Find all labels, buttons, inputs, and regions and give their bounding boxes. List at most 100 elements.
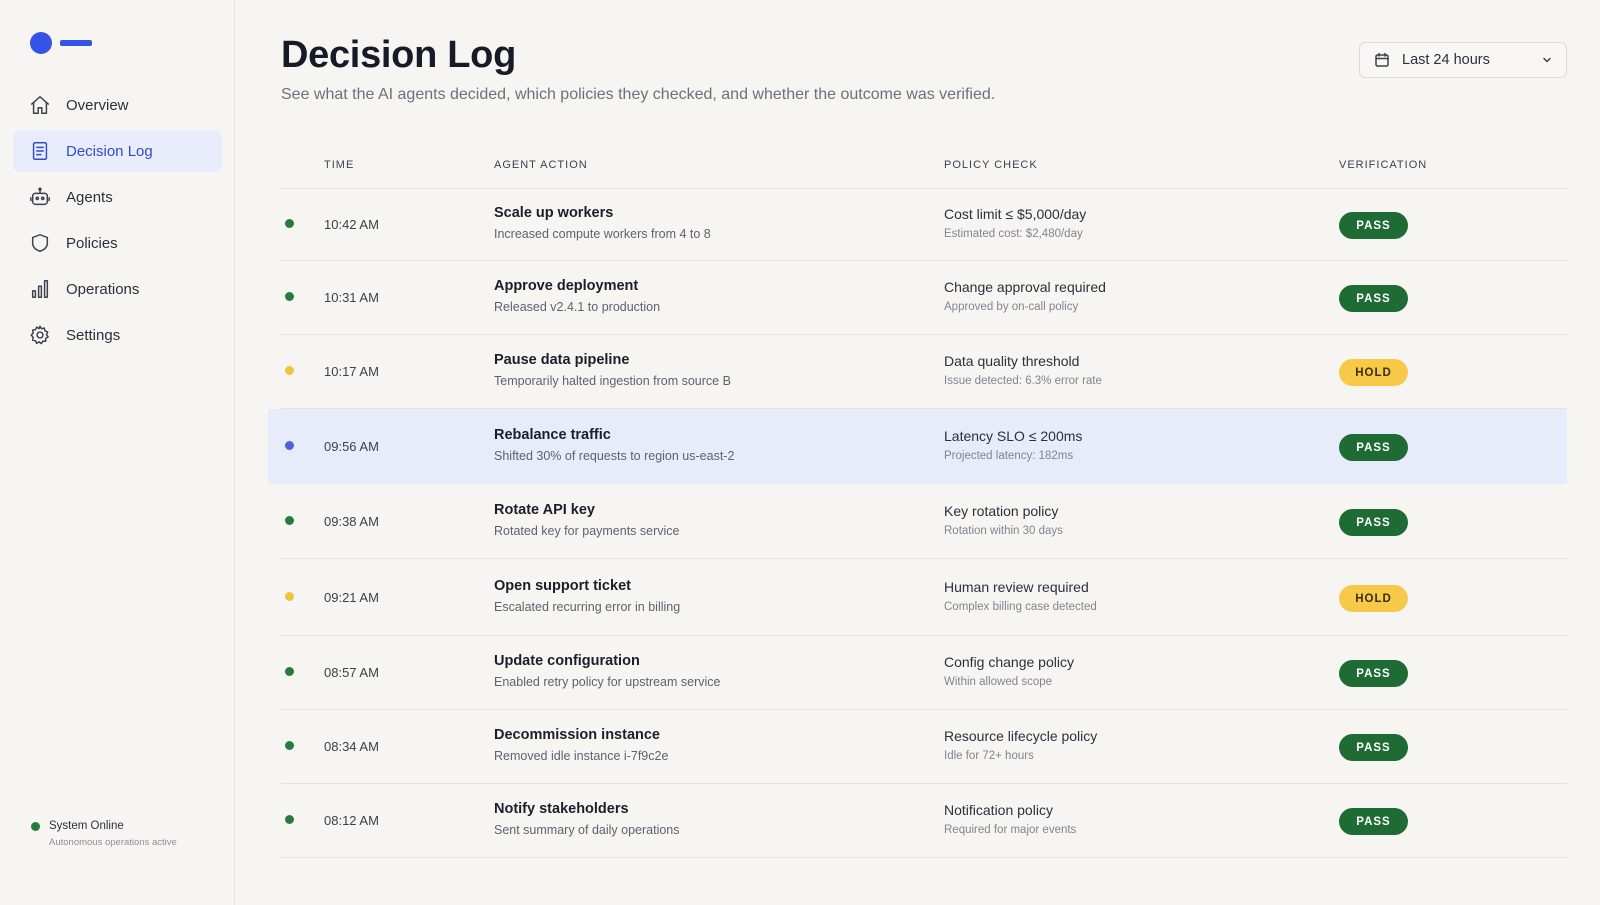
sidebar-item-settings[interactable]: Settings	[13, 314, 222, 356]
sidebar-item-label: Agents	[66, 188, 113, 206]
system-status: System Online Autonomous operations acti…	[31, 820, 177, 848]
policy-title: Key rotation policy	[944, 503, 1059, 519]
action-title: Approve deployment	[494, 278, 639, 294]
status-dot	[285, 366, 294, 375]
sidebar-item-label: Settings	[66, 326, 121, 344]
table-row[interactable]: 10:17 AM Pause data pipeline Temporarily h…	[281, 335, 1567, 409]
status-dot	[31, 821, 40, 831]
table-row[interactable]: 09:38 AM Rotate API key Rotated key for pa…	[281, 484, 1567, 559]
table-header: TIME AGENT ACTION POLICY CHECK VERIFICAT…	[281, 140, 1567, 189]
app-logo[interactable]	[30, 32, 92, 54]
policy-title: Notification policy	[944, 802, 1053, 818]
sidebar: Overview Decision Log Agents Policies Op…	[0, 0, 235, 905]
policy-detail: Complex billing case detected	[944, 601, 1097, 613]
column-header-policy-check[interactable]: POLICY CHECK	[944, 159, 1038, 171]
table-row[interactable]: 08:12 AM Notify stakeholders Sent summary …	[281, 784, 1567, 858]
verification-badge: HOLD	[1339, 585, 1408, 612]
action-description: Shifted 30% of requests to region us-eas…	[494, 449, 735, 463]
policy-title: Cost limit ≤ $5,000/day	[944, 206, 1087, 222]
sidebar-item-overview[interactable]: Overview	[13, 84, 222, 126]
logo-dot	[30, 32, 52, 54]
verification-badge: PASS	[1339, 509, 1408, 536]
row-time: 10:42 AM	[324, 217, 379, 232]
row-time: 10:17 AM	[324, 364, 379, 379]
verification-badge: PASS	[1339, 212, 1408, 239]
policy-detail: Projected latency: 182ms	[944, 450, 1074, 462]
action-description: Sent summary of daily operations	[494, 823, 680, 837]
action-title: Pause data pipeline	[494, 352, 630, 368]
policy-detail: Rotation within 30 days	[944, 525, 1063, 537]
table-row[interactable]: 09:21 AM Open support ticket Escalated rec…	[281, 559, 1567, 636]
decision-table: TIME AGENT ACTION POLICY CHECK VERIFICAT…	[268, 140, 1567, 858]
sidebar-item-label: Overview	[66, 96, 129, 114]
policy-title: Change approval required	[944, 279, 1106, 295]
sidebar-item-decision-log[interactable]: Decision Log	[13, 130, 222, 172]
action-title: Open support ticket	[494, 578, 631, 594]
policy-title: Latency SLO ≤ 200ms	[944, 428, 1083, 444]
row-time: 09:56 AM	[324, 439, 379, 454]
row-time: 08:57 AM	[324, 665, 379, 680]
row-time: 09:38 AM	[324, 514, 379, 529]
status-dot	[285, 815, 294, 824]
page-title: Decision Log	[281, 34, 516, 76]
table-row[interactable]: 08:57 AM Update configuration Enabled retr…	[281, 636, 1567, 710]
policy-detail: Issue detected: 6.3% error rate	[944, 375, 1102, 387]
column-header-time[interactable]: TIME	[324, 159, 354, 171]
row-time: 08:34 AM	[324, 739, 379, 754]
time-range-select[interactable]: Last 24 hours	[1359, 42, 1567, 78]
sidebar-item-label: Decision Log	[66, 142, 153, 160]
policy-detail: Required for major events	[944, 824, 1077, 836]
action-title: Decommission instance	[494, 727, 660, 743]
column-header-agent-action[interactable]: AGENT ACTION	[494, 159, 588, 171]
status-dot	[285, 516, 294, 525]
policy-title: Config change policy	[944, 654, 1074, 670]
shield-icon	[29, 232, 51, 254]
action-description: Increased compute workers from 4 to 8	[494, 227, 711, 241]
policy-detail: Estimated cost: $2,480/day	[944, 228, 1083, 240]
status-dot	[285, 741, 294, 750]
policy-detail: Idle for 72+ hours	[944, 750, 1034, 762]
table-row[interactable]: 08:34 AM Decommission instance Removed idl…	[281, 710, 1567, 784]
action-description: Escalated recurring error in billing	[494, 600, 681, 614]
sidebar-item-policies[interactable]: Policies	[13, 222, 222, 264]
verification-badge: HOLD	[1339, 359, 1408, 386]
time-range-label: Last 24 hours	[1402, 52, 1490, 68]
table-row[interactable]: 09:56 AM Rebalance traffic Shifted 30% of …	[268, 409, 1567, 484]
column-header-verification[interactable]: VERIFICATION	[1339, 159, 1427, 171]
action-title: Scale up workers	[494, 205, 614, 221]
sidebar-nav: Overview Decision Log Agents Policies Op…	[13, 84, 222, 360]
policy-title: Resource lifecycle policy	[944, 728, 1098, 744]
action-description: Released v2.4.1 to production	[494, 300, 661, 314]
status-dot	[285, 667, 294, 676]
action-description: Rotated key for payments service	[494, 524, 680, 538]
policy-detail: Approved by on-call policy	[944, 301, 1079, 313]
action-title: Update configuration	[494, 653, 640, 669]
table-row[interactable]: 10:31 AM Approve deployment Released v2.4.…	[281, 261, 1567, 335]
action-description: Enabled retry policy for upstream servic…	[494, 675, 721, 689]
system-status-title: System Online	[49, 820, 124, 832]
verification-badge: PASS	[1339, 734, 1408, 761]
policy-title: Human review required	[944, 579, 1089, 595]
chevron-down-icon	[1541, 54, 1553, 66]
table-row[interactable]: 10:42 AM Scale up workers Increased comput…	[281, 189, 1567, 261]
row-time: 08:12 AM	[324, 813, 379, 828]
gear-icon	[29, 324, 51, 346]
verification-badge: PASS	[1339, 285, 1408, 312]
robot-icon	[29, 186, 51, 208]
sidebar-item-operations[interactable]: Operations	[13, 268, 222, 310]
sidebar-item-agents[interactable]: Agents	[13, 176, 222, 218]
page-subtitle: See what the AI agents decided, which po…	[281, 86, 996, 103]
verification-badge: PASS	[1339, 660, 1408, 687]
home-icon	[29, 94, 51, 116]
main-content: Decision Log See what the AI agents deci…	[235, 0, 1600, 905]
action-description: Temporarily halted ingestion from source…	[494, 374, 731, 388]
bar-chart-icon	[29, 278, 51, 300]
status-dot	[285, 292, 294, 301]
action-title: Notify stakeholders	[494, 801, 629, 817]
action-title: Rotate API key	[494, 502, 595, 518]
row-time: 10:31 AM	[324, 290, 379, 305]
status-dot	[285, 441, 294, 450]
verification-badge: PASS	[1339, 808, 1408, 835]
row-time: 09:21 AM	[324, 590, 379, 605]
system-status-subtitle: Autonomous operations active	[49, 837, 177, 848]
